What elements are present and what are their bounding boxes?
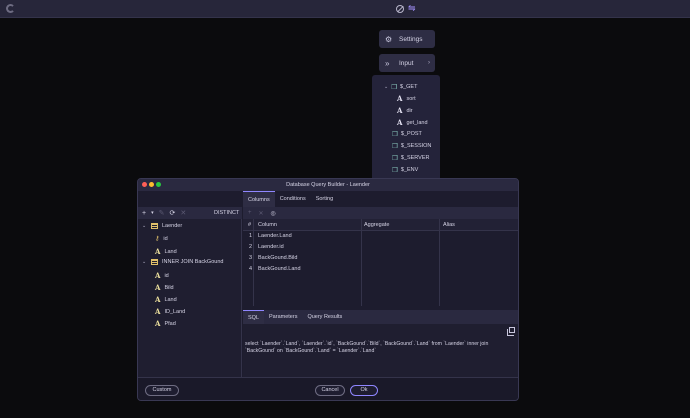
input-label: Input bbox=[399, 59, 414, 67]
tree-group-env[interactable]: ❒ $_ENV bbox=[392, 166, 418, 174]
copy-icon[interactable] bbox=[507, 327, 515, 336]
tree-group-server[interactable]: ❒ $_SERVER bbox=[392, 154, 429, 162]
edit-icon[interactable]: ✎ bbox=[159, 209, 165, 217]
text-var-icon: A bbox=[397, 94, 403, 103]
tab-sql[interactable]: SQL bbox=[243, 310, 265, 324]
tab-query-results[interactable]: Query Results bbox=[302, 310, 347, 324]
tab-conditions[interactable]: Conditions bbox=[275, 191, 311, 207]
text-field-icon: A bbox=[155, 271, 161, 280]
query-builder-dialog: Database Query Builder - Laender Columns… bbox=[137, 178, 519, 401]
dialog-title: Database Query Builder - Laender bbox=[286, 182, 370, 188]
row-number: 1 bbox=[249, 233, 253, 239]
table-icon bbox=[151, 259, 158, 265]
gear-icon: ⚙ bbox=[385, 34, 393, 44]
field-laender-land[interactable]: A Land bbox=[155, 247, 177, 256]
cube-icon: ❒ bbox=[392, 155, 398, 162]
add-column-icon[interactable]: + bbox=[248, 210, 252, 216]
chevron-right-icon: › bbox=[428, 60, 430, 66]
tables-toolbar: + ▾ ✎ ⟳ ✕ DISTINCT bbox=[138, 207, 242, 219]
row-column: BackGound.Land bbox=[258, 266, 301, 272]
grid-header: # Column Aggregate Alias bbox=[243, 219, 518, 231]
input-tree-popover: ⌄ ❒ $_GET A sort A dir A get_land ❒ $_PO… bbox=[372, 75, 440, 185]
text-field-icon: A bbox=[155, 307, 161, 316]
field-backgound-id-land[interactable]: A ID_Land bbox=[155, 307, 185, 316]
table-row[interactable]: 4 BackGound.Land bbox=[243, 266, 518, 277]
columns-toolbar: + ✕ ◎ bbox=[243, 207, 518, 219]
text-field-icon: A bbox=[155, 319, 161, 328]
row-number: 4 bbox=[249, 266, 253, 272]
refresh-icon[interactable]: ⟳ bbox=[169, 209, 175, 217]
table-row[interactable]: 2 Laender.id bbox=[243, 244, 518, 255]
cube-icon: ❒ bbox=[392, 143, 398, 150]
cube-icon: ❒ bbox=[391, 84, 398, 91]
header-number: # bbox=[248, 222, 252, 228]
tree-group-get[interactable]: ⌄ ❒ $_GET bbox=[384, 83, 417, 91]
key-icon: ⚷ bbox=[155, 236, 160, 242]
text-field-icon: A bbox=[155, 283, 161, 292]
cancel-button[interactable]: Cancel bbox=[315, 385, 345, 396]
text-field-icon: A bbox=[155, 247, 161, 256]
cube-icon: ❒ bbox=[392, 131, 398, 138]
tab-sorting[interactable]: Sorting bbox=[311, 191, 338, 207]
ok-button[interactable]: Ok bbox=[350, 385, 378, 396]
tree-var-get-land[interactable]: A get_land bbox=[397, 118, 428, 127]
tree-group-post[interactable]: ❒ $_POST bbox=[392, 130, 422, 138]
sql-text[interactable]: select `Laender`.`Land`, `Laender`.`id`,… bbox=[245, 341, 517, 355]
custom-button[interactable]: Custom bbox=[145, 385, 179, 396]
table-row[interactable]: 3 BackGound.Bild bbox=[243, 255, 518, 266]
tab-columns[interactable]: Columns bbox=[243, 191, 275, 207]
double-chevron-icon: » bbox=[385, 58, 390, 68]
text-var-icon: A bbox=[397, 106, 403, 115]
dialog-titlebar: Database Query Builder - Laender bbox=[138, 179, 518, 191]
disable-icon[interactable] bbox=[396, 5, 404, 13]
header-aggregate: Aggregate bbox=[364, 222, 390, 228]
row-column: Laender.Land bbox=[258, 233, 292, 239]
chevron-down-icon: ⌄ bbox=[142, 223, 147, 229]
row-column: BackGound.Bild bbox=[258, 255, 298, 261]
field-laender-id[interactable]: ⚷ id bbox=[155, 235, 168, 243]
settings-label: Settings bbox=[399, 35, 423, 43]
minimize-dot[interactable] bbox=[149, 182, 154, 187]
table-laender[interactable]: ⌄ Laender bbox=[142, 223, 182, 229]
close-dot[interactable] bbox=[142, 182, 147, 187]
settings-circle-icon[interactable]: ◎ bbox=[271, 210, 276, 217]
distinct-toggle[interactable]: DISTINCT bbox=[214, 207, 239, 219]
tree-group-session[interactable]: ❒ $_SESSION bbox=[392, 142, 431, 150]
row-number: 3 bbox=[249, 255, 253, 261]
cube-icon: ❒ bbox=[392, 167, 398, 174]
field-backgound-id[interactable]: A id bbox=[155, 271, 169, 280]
table-backgound[interactable]: ⌄ INNER JOIN BackGound bbox=[142, 259, 223, 265]
tab-parameters[interactable]: Parameters bbox=[264, 310, 302, 324]
add-icon[interactable]: + bbox=[142, 210, 146, 217]
table-row[interactable]: 1 Laender.Land bbox=[243, 233, 518, 244]
tree-var-dir[interactable]: A dir bbox=[397, 106, 413, 115]
header-column: Column bbox=[258, 222, 277, 228]
field-backgound-land[interactable]: A Land bbox=[155, 295, 177, 304]
tables-panel: + ▾ ✎ ⟳ ✕ DISTINCT ⌄ Laender ⚷ id A Land… bbox=[138, 207, 242, 377]
input-button[interactable]: » Input › bbox=[379, 54, 435, 72]
remove-column-icon[interactable]: ✕ bbox=[259, 210, 264, 217]
table-icon bbox=[151, 223, 158, 229]
top-tabs: Columns Conditions Sorting bbox=[243, 191, 338, 207]
dialog-footer: Custom Cancel Ok bbox=[138, 377, 518, 400]
maximize-dot[interactable] bbox=[156, 182, 161, 187]
chevron-down-icon: ⌄ bbox=[142, 259, 147, 265]
row-number: 2 bbox=[249, 244, 253, 250]
bottom-tabs: SQL Parameters Query Results bbox=[243, 310, 518, 324]
text-var-icon: A bbox=[397, 118, 403, 127]
app-logo-icon bbox=[6, 4, 15, 13]
toggle-icon[interactable]: ⇋ bbox=[408, 3, 416, 14]
header-alias: Alias bbox=[443, 222, 455, 228]
columns-grid: # Column Aggregate Alias 1 Laender.Land … bbox=[243, 219, 518, 306]
chevron-down-icon[interactable]: ▾ bbox=[151, 210, 154, 216]
text-field-icon: A bbox=[155, 295, 161, 304]
field-backgound-pfad[interactable]: A Pfad bbox=[155, 319, 176, 328]
settings-button[interactable]: ⚙ Settings bbox=[379, 30, 435, 48]
row-column: Laender.id bbox=[258, 244, 284, 250]
remove-icon[interactable]: ✕ bbox=[180, 209, 186, 217]
tree-var-sort[interactable]: A sort bbox=[397, 94, 416, 103]
chevron-down-icon: ⌄ bbox=[384, 84, 389, 90]
field-backgound-bild[interactable]: A Bild bbox=[155, 283, 174, 292]
top-bar: ⇋ bbox=[0, 0, 690, 18]
